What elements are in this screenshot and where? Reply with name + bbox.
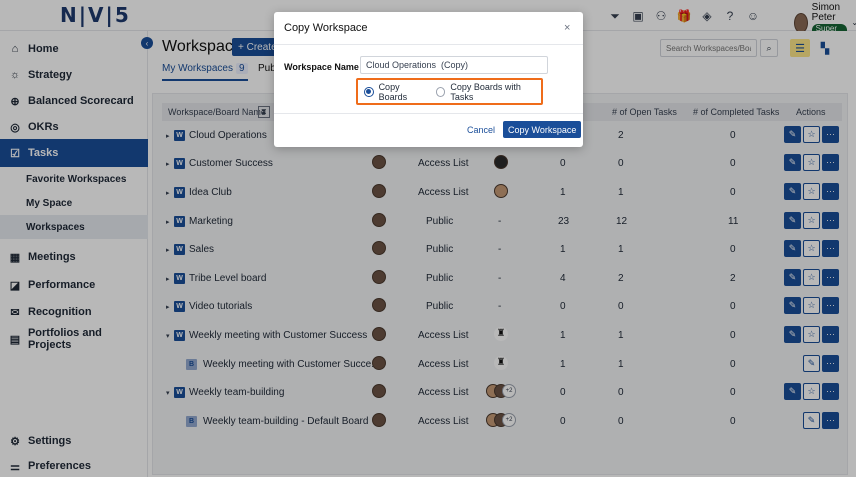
copy-workspace-button[interactable]: Copy Workspace: [503, 121, 582, 138]
copy-boards-radio[interactable]: [364, 86, 374, 97]
workspace-name-label: Workspace Name: [284, 62, 359, 72]
dialog-title: Copy Workspace: [284, 22, 368, 34]
close-icon[interactable]: ×: [564, 22, 570, 34]
workspace-name-field[interactable]: [360, 56, 548, 74]
divider: [274, 44, 583, 45]
divider: [274, 113, 583, 114]
copy-boards-label[interactable]: Copy Boards: [379, 82, 428, 102]
copy-workspace-dialog: Copy Workspace × Workspace Name Copy Boa…: [274, 12, 583, 147]
cancel-button[interactable]: Cancel: [467, 125, 495, 135]
copy-options: Copy Boards Copy Boards with Tasks: [356, 78, 543, 105]
copy-boards-tasks-label[interactable]: Copy Boards with Tasks: [450, 82, 541, 102]
copy-boards-tasks-radio[interactable]: [435, 86, 446, 97]
